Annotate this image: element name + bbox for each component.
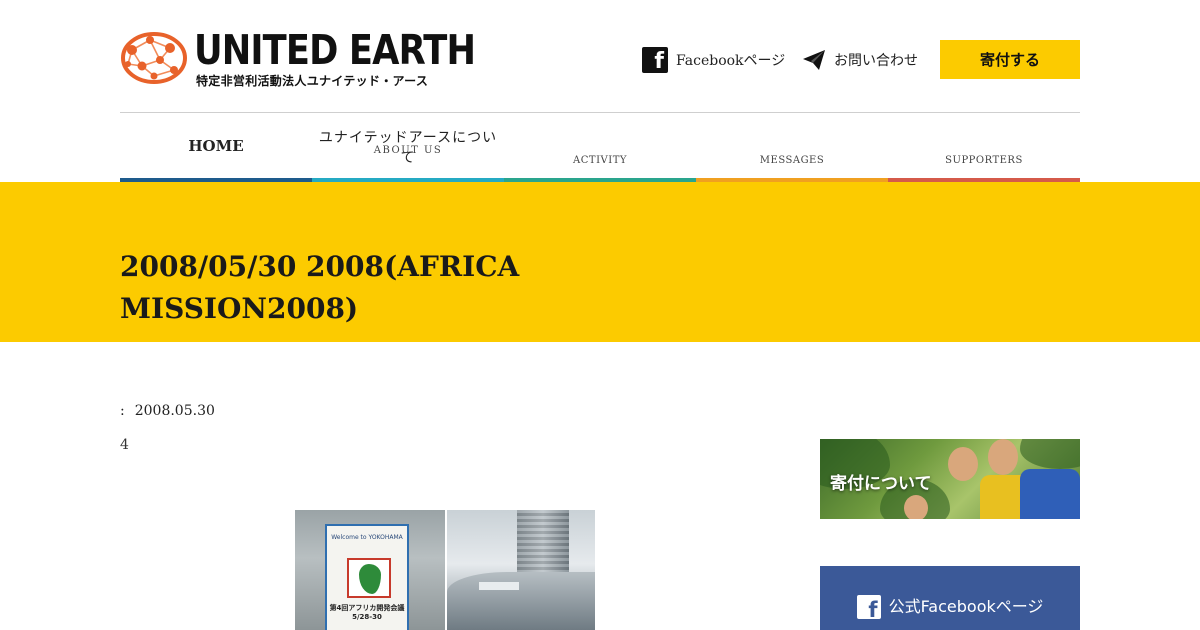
post-photo-building xyxy=(447,510,595,630)
africa-map-icon xyxy=(359,564,381,594)
poster-emblem xyxy=(347,558,391,598)
brand-title: UNITED EARTH xyxy=(194,26,476,74)
nav-item-label: HOME xyxy=(188,137,244,155)
page-title: 2008/05/30 2008(AFRICA MISSION2008) xyxy=(120,250,520,325)
facebook-icon: f xyxy=(642,47,668,74)
nav-item-supporters[interactable]: SUPPORTERS xyxy=(888,113,1080,182)
donate-button[interactable]: 寄付する xyxy=(940,40,1080,79)
contact-label: お問い合わせ xyxy=(834,53,918,69)
network-globe-icon xyxy=(121,32,187,84)
nav-item-sublabel: ACTIVITY xyxy=(573,155,627,166)
poster-caption: 第4回アフリカ開発会議 5/28-30 xyxy=(329,604,405,621)
post-date-separator: : xyxy=(120,403,125,419)
post-body-text: 4 xyxy=(120,437,129,453)
post-date: :2008.05.30 xyxy=(120,403,215,419)
convention-hall xyxy=(447,572,595,630)
sidebar-donate-banner[interactable]: 寄付について xyxy=(820,439,1080,519)
facebook-icon: f xyxy=(856,595,881,622)
site-logo[interactable]: UNITED EARTH 特定非営利活動法人ユナイテッド・アース xyxy=(120,26,476,90)
sidebar-facebook-label: 公式Facebookページ xyxy=(888,597,1044,616)
child-photo xyxy=(904,495,928,519)
poster-welcome-text: Welcome to YOKOHAMA xyxy=(331,534,403,541)
post-photo-poster: Welcome to YOKOHAMA 第4回アフリカ開発会議 5/28-30 xyxy=(295,510,445,630)
sidebar-donate-label: 寄付について xyxy=(830,474,932,494)
nav-item-home[interactable]: HOME xyxy=(120,113,312,182)
facebook-page-label: Facebookページ xyxy=(676,53,786,69)
facebook-page-link[interactable]: f Facebookページ xyxy=(642,46,785,74)
nav-item-sublabel: MESSAGES xyxy=(759,155,825,166)
brand-subtitle: 特定非営利活動法人ユナイテッド・アース xyxy=(196,74,429,88)
post-date-value: 2008.05.30 xyxy=(134,403,215,419)
contact-link[interactable]: お問い合わせ xyxy=(802,46,918,74)
child-photo xyxy=(988,439,1018,475)
main-nav: HOME ユナイテッドアースについて ABOUT US ACTIVITY MES… xyxy=(120,113,1080,182)
nav-item-activity[interactable]: ACTIVITY xyxy=(504,113,696,182)
nav-item-messages[interactable]: MESSAGES xyxy=(696,113,888,182)
nav-item-about[interactable]: ユナイテッドアースについて ABOUT US xyxy=(312,113,504,182)
paper-plane-icon xyxy=(803,50,825,70)
africa-poster: Welcome to YOKOHAMA 第4回アフリカ開発会議 5/28-30 xyxy=(325,524,409,630)
sidebar-facebook-banner[interactable]: f 公式Facebookページ xyxy=(820,566,1080,630)
nav-item-sublabel: SUPPORTERS xyxy=(945,155,1023,166)
page-hero: 2008/05/30 2008(AFRICA MISSION2008) xyxy=(0,182,1200,342)
child-photo xyxy=(948,447,978,481)
nav-item-sublabel: ABOUT US xyxy=(373,145,443,156)
